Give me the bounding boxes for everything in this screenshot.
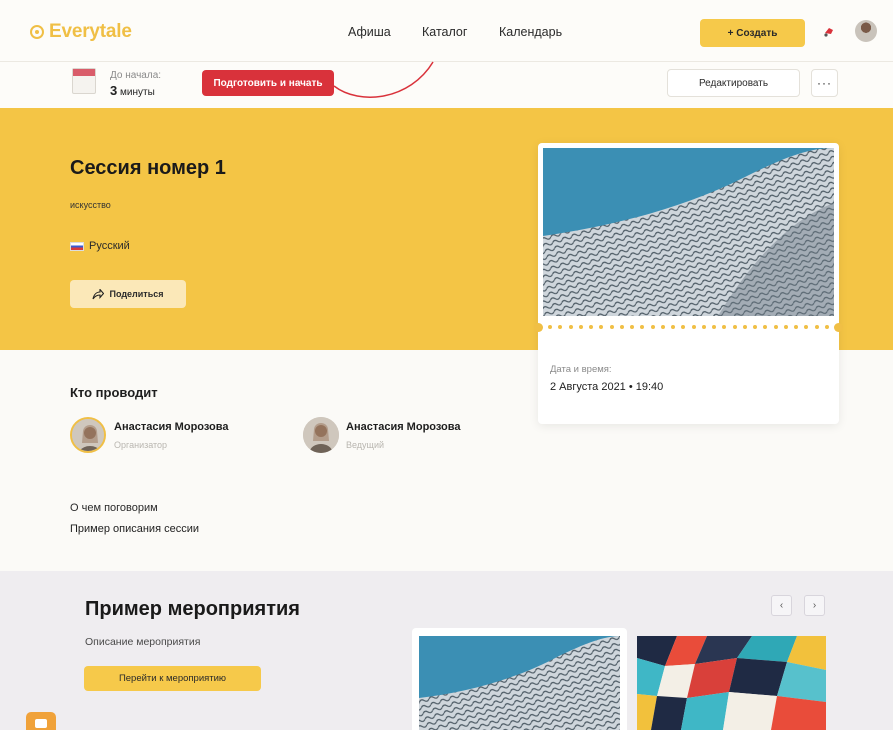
session-cover-image <box>543 148 834 316</box>
ticket-notch-left <box>534 323 543 332</box>
event-card-image <box>419 636 620 730</box>
event-card[interactable] <box>412 628 627 730</box>
nav-afisha[interactable]: Афиша <box>348 25 391 39</box>
countdown-label: До начала: <box>110 70 162 81</box>
more-options-button[interactable]: ··· <box>811 69 838 97</box>
share-button[interactable]: Поделиться <box>70 280 186 308</box>
host-avatar[interactable] <box>303 417 339 453</box>
create-button[interactable]: + Создать <box>700 19 805 47</box>
session-language: Русский <box>70 240 130 252</box>
share-icon <box>92 288 105 299</box>
calendar-icon <box>72 68 96 94</box>
user-avatar[interactable] <box>855 20 877 42</box>
top-navigation-bar: Everytale Афиша Каталог Календарь + Созд… <box>0 0 893 62</box>
logo-text: Everytale <box>49 21 132 42</box>
chevron-right-icon: › <box>812 600 817 611</box>
go-to-event-button[interactable]: Перейти к мероприятию <box>84 666 261 691</box>
about-text: Пример описания сессии <box>70 523 199 535</box>
session-date-card: Дата и время: 2 Августа 2021 • 19:40 <box>534 143 843 424</box>
countdown-number: 3 <box>110 83 118 98</box>
countdown-value: 3 минуты <box>110 83 155 98</box>
about-title: О чем поговорим <box>70 502 158 514</box>
datetime-value: 2 Августа 2021 • 19:40 <box>550 381 664 393</box>
share-label: Поделиться <box>109 289 164 299</box>
session-category[interactable]: искусство <box>70 200 111 210</box>
ticket-notch-right <box>834 323 843 332</box>
host-role: Ведущий <box>346 440 385 450</box>
hosts-title: Кто проводит <box>70 385 158 400</box>
chat-widget-button[interactable] <box>26 712 56 730</box>
notifications-icon[interactable] <box>823 26 835 38</box>
chevron-left-icon: ‹ <box>779 600 784 611</box>
event-card-artwork[interactable] <box>637 636 826 730</box>
edit-button[interactable]: Редактировать <box>667 69 800 97</box>
annotation-curve <box>333 61 434 98</box>
nav-calendar[interactable]: Календарь <box>499 25 562 39</box>
countdown-unit: минуты <box>120 87 155 98</box>
host-avatar[interactable] <box>70 417 106 453</box>
ticket-divider <box>548 325 829 331</box>
nav-catalog[interactable]: Каталог <box>422 25 467 39</box>
event-title: Пример мероприятия <box>85 598 300 620</box>
event-description: Описание мероприятия <box>85 636 201 648</box>
logo[interactable]: Everytale <box>30 21 132 43</box>
datetime-label: Дата и время: <box>550 364 612 375</box>
language-label: Русский <box>89 240 130 252</box>
prepare-and-start-button[interactable]: Подготовить и начать <box>202 70 334 96</box>
host-role: Организатор <box>114 440 168 450</box>
logo-icon <box>30 25 44 39</box>
carousel-next-button[interactable]: › <box>804 595 825 616</box>
carousel-prev-button[interactable]: ‹ <box>771 595 792 616</box>
russian-flag-icon <box>70 241 84 251</box>
session-title: Сессия номер 1 <box>70 157 226 179</box>
host-name[interactable]: Анастасия Морозова <box>114 421 229 433</box>
host-name[interactable]: Анастасия Морозова <box>346 421 461 433</box>
